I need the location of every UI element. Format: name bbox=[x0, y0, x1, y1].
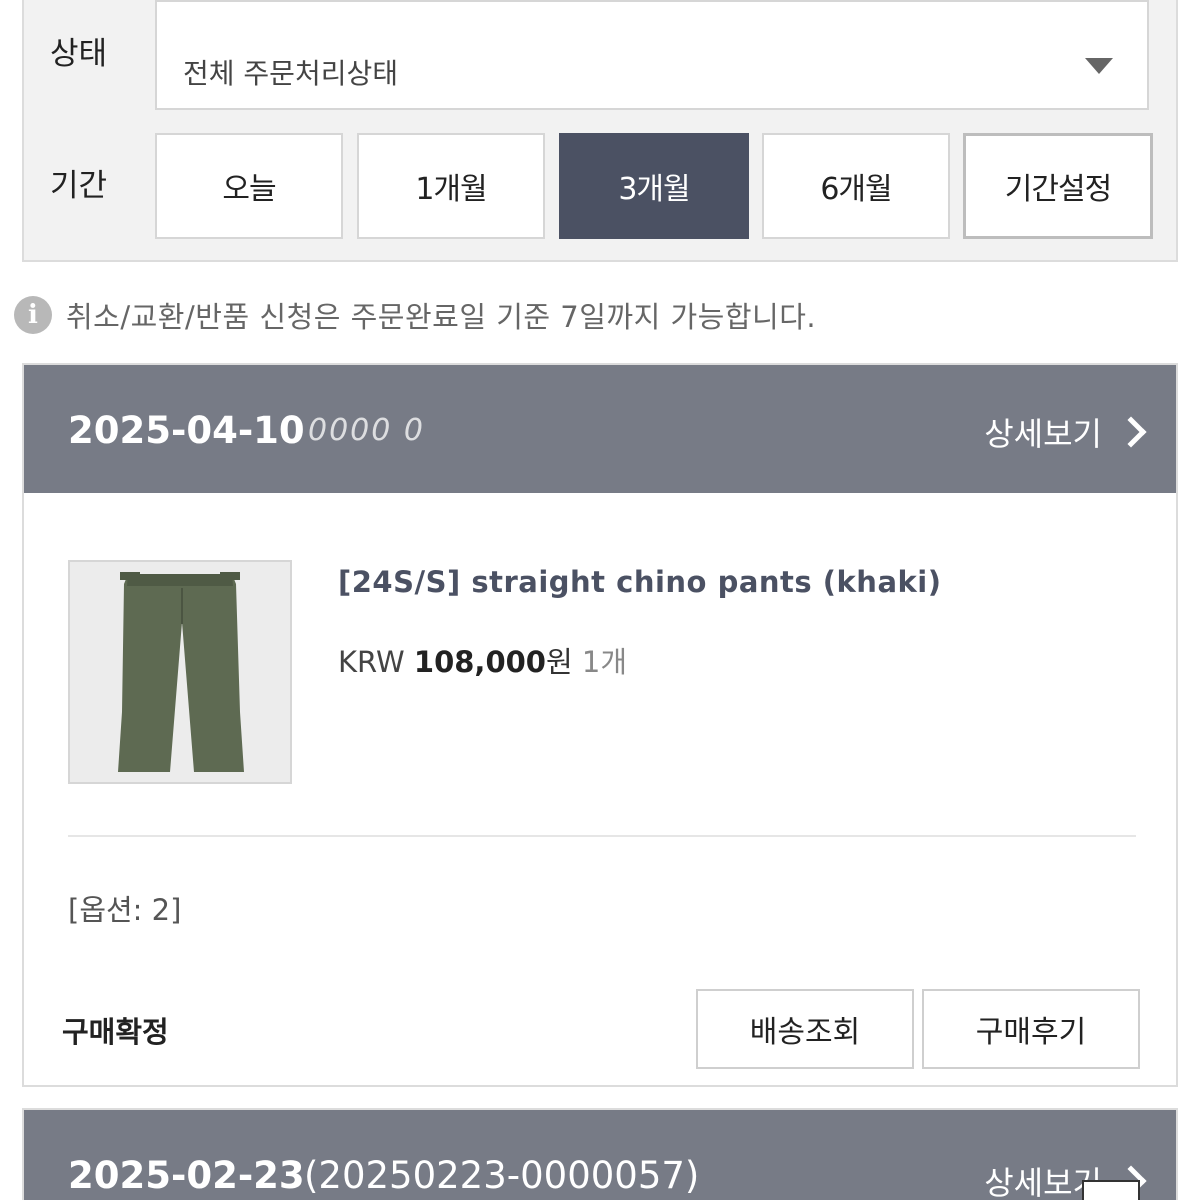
currency: KRW bbox=[338, 645, 405, 679]
period-6-month-button[interactable]: 6개월 bbox=[762, 133, 950, 239]
product-option: [옵션: 2] bbox=[68, 893, 182, 927]
period-3-month-button[interactable]: 3개월 bbox=[559, 133, 749, 239]
period-today-button[interactable]: 오늘 bbox=[155, 133, 343, 239]
price-amount: 108,000 bbox=[413, 645, 546, 679]
status-select[interactable]: 전체 주문처리상태 bbox=[155, 0, 1149, 110]
order-status: 구매확정 bbox=[62, 1015, 169, 1049]
write-review-button[interactable]: 구매후기 bbox=[922, 989, 1140, 1069]
order-card: 2025-04-10 0000 0 상세보기 [24S/S] straight … bbox=[22, 363, 1178, 1087]
order-number: 0000 0 bbox=[308, 413, 425, 448]
order-filter-panel: 상태 전체 주문처리상태 기간 오늘 1개월 3개월 6개월 기간설정 bbox=[22, 0, 1178, 262]
price-unit: 원 bbox=[545, 645, 573, 679]
info-icon: i bbox=[14, 296, 52, 334]
divider bbox=[68, 835, 1136, 837]
chevron-down-icon bbox=[1085, 58, 1113, 74]
product-price: KRW 108,000원 1개 bbox=[338, 639, 627, 681]
notice-text: 취소/교환/반품 신청은 주문완료일 기준 7일까지 가능합니다. bbox=[66, 300, 817, 334]
pants-image bbox=[70, 562, 290, 782]
scroll-top-button[interactable] bbox=[1082, 1180, 1140, 1200]
status-label: 상태 bbox=[50, 36, 108, 72]
track-shipping-button[interactable]: 배송조회 bbox=[696, 989, 914, 1069]
order-detail-link[interactable]: 상세보기 bbox=[984, 409, 1152, 455]
order-date: 2025-02-23 bbox=[68, 1154, 305, 1197]
period-label: 기간 bbox=[50, 168, 108, 204]
period-1-month-button[interactable]: 1개월 bbox=[357, 133, 545, 239]
product-name[interactable]: [24S/S] straight chino pants (khaki) bbox=[338, 565, 942, 599]
period-custom-button[interactable]: 기간설정 bbox=[963, 133, 1153, 239]
chevron-right-icon bbox=[1115, 416, 1147, 448]
status-select-value: 전체 주문처리상태 bbox=[183, 57, 398, 90]
detail-link-label: 상세보기 bbox=[984, 415, 1102, 453]
product-thumbnail[interactable] bbox=[68, 560, 292, 784]
order-number: (20250223-0000057) bbox=[304, 1154, 700, 1197]
order-date: 2025-04-10 bbox=[68, 409, 305, 452]
order-header: 2025-04-10 0000 0 상세보기 bbox=[24, 365, 1176, 493]
return-policy-notice: i 취소/교환/반품 신청은 주문완료일 기준 7일까지 가능합니다. bbox=[14, 294, 816, 336]
quantity: 1개 bbox=[581, 645, 628, 679]
order-header: 2025-02-23 (20250223-0000057) 상세보기 bbox=[22, 1108, 1178, 1200]
